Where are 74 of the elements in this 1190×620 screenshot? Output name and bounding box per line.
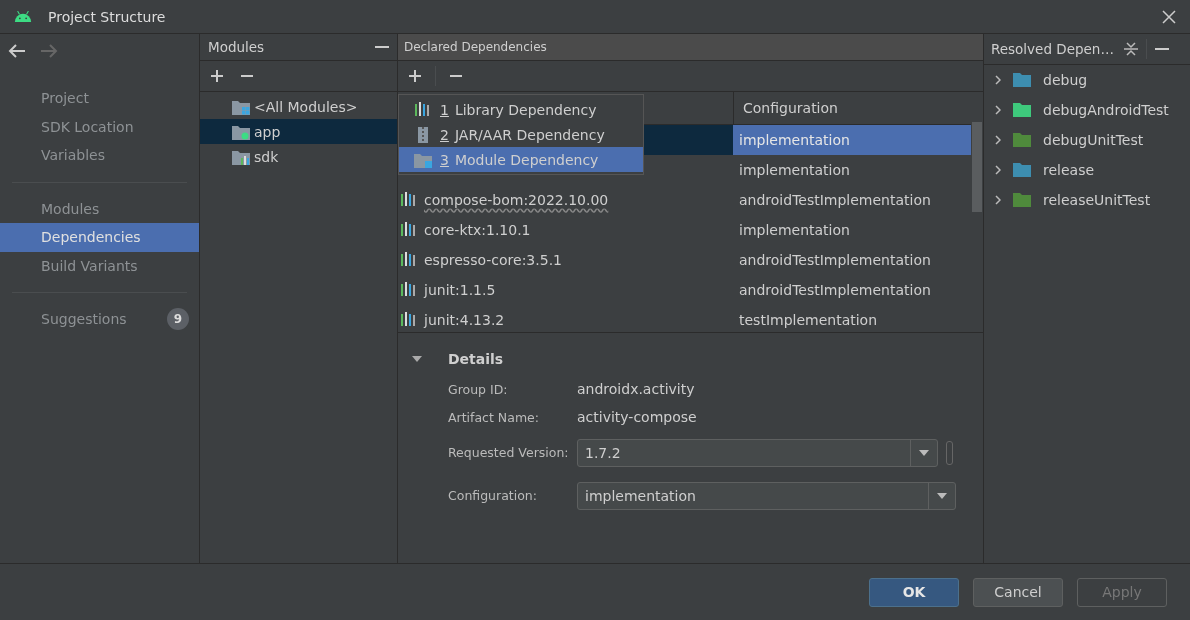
dialog-button[interactable]: Cancel	[973, 577, 1063, 607]
module-item[interactable]: app	[200, 119, 397, 144]
dependency-name: junit:4.13.2	[424, 312, 505, 328]
panel-title: Modules	[208, 39, 265, 55]
dependency-name: core-ktx:1.10.1	[424, 222, 531, 238]
sidebar-item[interactable]: Dependencies	[0, 223, 199, 252]
folder-icon	[414, 151, 432, 168]
combo-box[interactable]: 1.7.2	[577, 438, 938, 467]
tree-item[interactable]: debugAndroidTest	[984, 95, 1190, 125]
tree-item[interactable]: debugUnitTest	[984, 125, 1190, 155]
add-icon[interactable]	[409, 70, 421, 82]
window-title: Project Structure	[48, 8, 167, 25]
module-item[interactable]: <All Modules>	[200, 94, 397, 119]
library-icon	[414, 101, 432, 118]
library-icon	[400, 192, 418, 208]
dependency-name: compose-bom:2022.10.00	[424, 192, 609, 208]
configuration-cell-text: implementation	[738, 161, 851, 180]
field-label: Requested Version:	[448, 445, 570, 460]
menu-item[interactable]: 3 Module Dependency	[399, 147, 643, 172]
add-icon[interactable]	[211, 70, 223, 82]
library-folder-icon	[232, 148, 250, 165]
dependency-name: espresso-core:3.5.1	[424, 252, 562, 268]
dialog-button[interactable]: OK	[869, 577, 959, 607]
configuration-cell-text: testImplementation	[738, 311, 879, 330]
sidebar-item[interactable]: Project	[0, 84, 199, 113]
menu-item[interactable]: 1 Library Dependency	[399, 97, 643, 122]
collapse-all-icon[interactable]	[1123, 42, 1138, 56]
dependency-name: junit:1.1.5	[424, 282, 496, 298]
combo-box[interactable]: implementation	[577, 481, 956, 510]
sidebar-item[interactable]: Build Variants	[0, 251, 199, 280]
tree-item[interactable]: releaseUnitTest	[984, 185, 1190, 215]
chevron-icon[interactable]	[995, 75, 1001, 85]
configuration-cell-text: androidTestImplementation	[738, 251, 932, 270]
module-item[interactable]: sdk	[200, 144, 397, 169]
configuration-cell-text: androidTestImplementation	[738, 281, 932, 300]
menu-item[interactable]: 2 JAR/AAR Dependency	[399, 122, 643, 147]
library-icon	[400, 282, 418, 298]
close-icon[interactable]	[1162, 9, 1176, 24]
chevron-icon[interactable]	[995, 135, 1001, 145]
field-label: Group ID:	[448, 381, 509, 397]
configuration-cell: implementation	[733, 125, 971, 155]
field-value: androidx.activity	[577, 381, 695, 397]
tree-item[interactable]: debug	[984, 65, 1190, 95]
library-icon	[400, 252, 418, 268]
android-icon	[14, 11, 32, 22]
section-title: Details	[448, 351, 504, 367]
minimize-icon[interactable]	[1154, 47, 1169, 51]
sidebar-item[interactable]: Suggestions 9	[0, 305, 199, 334]
folder-icon	[232, 123, 250, 140]
sidebar-item[interactable]: SDK Location	[0, 112, 199, 141]
folder-icon	[232, 98, 250, 115]
minimize-icon[interactable]	[375, 45, 389, 49]
handle-icon[interactable]	[946, 440, 953, 465]
panel-title: Declared Dependencies	[398, 34, 983, 61]
count-badge: 9	[167, 308, 189, 331]
panel-title: Resolved Depen…	[991, 41, 1114, 57]
configuration-cell-text: androidTestImplementation	[738, 191, 932, 210]
dropdown-icon[interactable]	[919, 449, 929, 456]
field-label: Artifact Name:	[448, 409, 540, 425]
field-label: Configuration:	[448, 488, 538, 503]
library-icon	[400, 312, 418, 328]
chevron-icon[interactable]	[995, 195, 1001, 205]
collapse-triangle-icon[interactable]	[412, 354, 422, 364]
sidebar-item[interactable]: Modules	[0, 194, 199, 223]
dropdown-icon[interactable]	[937, 492, 947, 499]
library-icon	[400, 222, 418, 238]
scrollbar-thumb[interactable]	[972, 122, 982, 212]
chevron-icon[interactable]	[995, 165, 1001, 175]
back-arrow-icon[interactable]	[8, 44, 26, 58]
sidebar-item[interactable]: Variables	[0, 141, 199, 170]
field-value: activity-compose	[577, 409, 697, 425]
chevron-icon[interactable]	[995, 105, 1001, 115]
tree-item[interactable]: release	[984, 155, 1190, 185]
configuration-cell-text: implementation	[738, 221, 851, 240]
